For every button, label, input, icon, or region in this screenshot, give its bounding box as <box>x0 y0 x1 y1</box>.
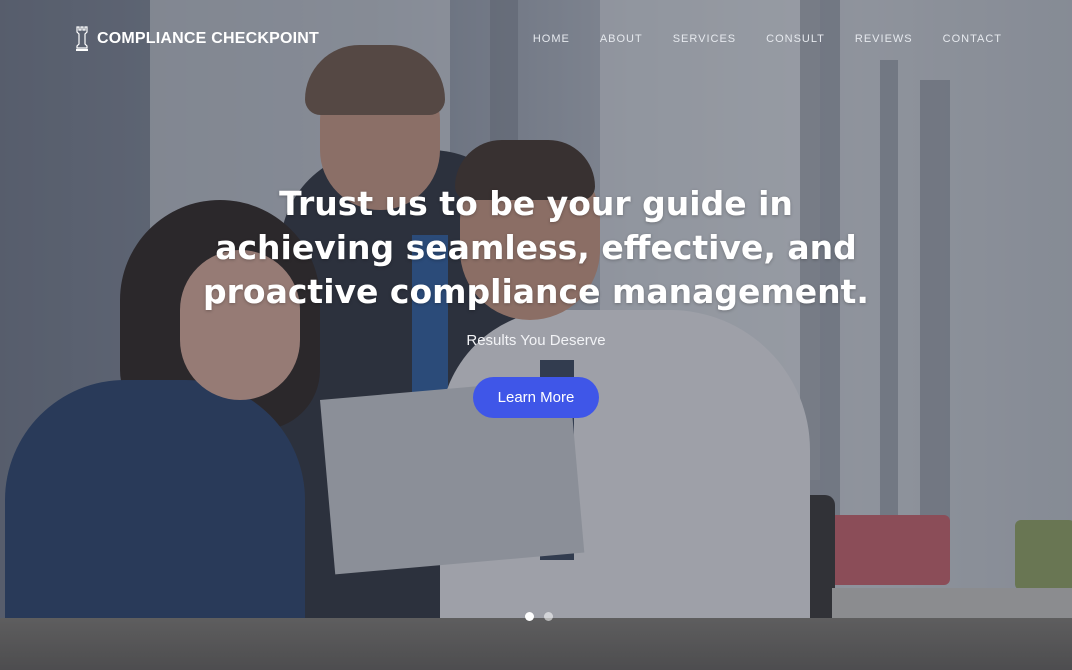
slider-dot-2[interactable] <box>544 612 553 621</box>
chess-rook-icon <box>76 26 88 51</box>
brand-name: COMPLIANCE CHECKPOINT <box>97 30 319 47</box>
hero-section: COMPLIANCE CHECKPOINT HOME ABOUT SERVICE… <box>0 0 1072 670</box>
nav-item-contact[interactable]: CONTACT <box>943 33 1002 45</box>
hero-headline: Trust us to be your guide in achieving s… <box>203 184 869 311</box>
top-navigation: COMPLIANCE CHECKPOINT HOME ABOUT SERVICE… <box>0 0 1072 80</box>
nav-item-about[interactable]: ABOUT <box>600 33 643 45</box>
slider-dot-1[interactable] <box>525 612 534 621</box>
nav-item-reviews[interactable]: REVIEWS <box>855 33 913 45</box>
hero-content: Trust us to be your guide in achieving s… <box>186 182 886 418</box>
brand-logo[interactable]: COMPLIANCE CHECKPOINT <box>75 26 319 52</box>
nav-item-services[interactable]: SERVICES <box>673 33 736 45</box>
nav-item-consult[interactable]: CONSULT <box>766 33 825 45</box>
main-menu: HOME ABOUT SERVICES CONSULT REVIEWS CONT… <box>533 33 1002 45</box>
learn-more-button[interactable]: Learn More <box>472 377 600 418</box>
hero-subheadline: Results You Deserve <box>466 332 606 349</box>
slider-dots <box>525 612 553 621</box>
nav-item-home[interactable]: HOME <box>533 33 570 45</box>
